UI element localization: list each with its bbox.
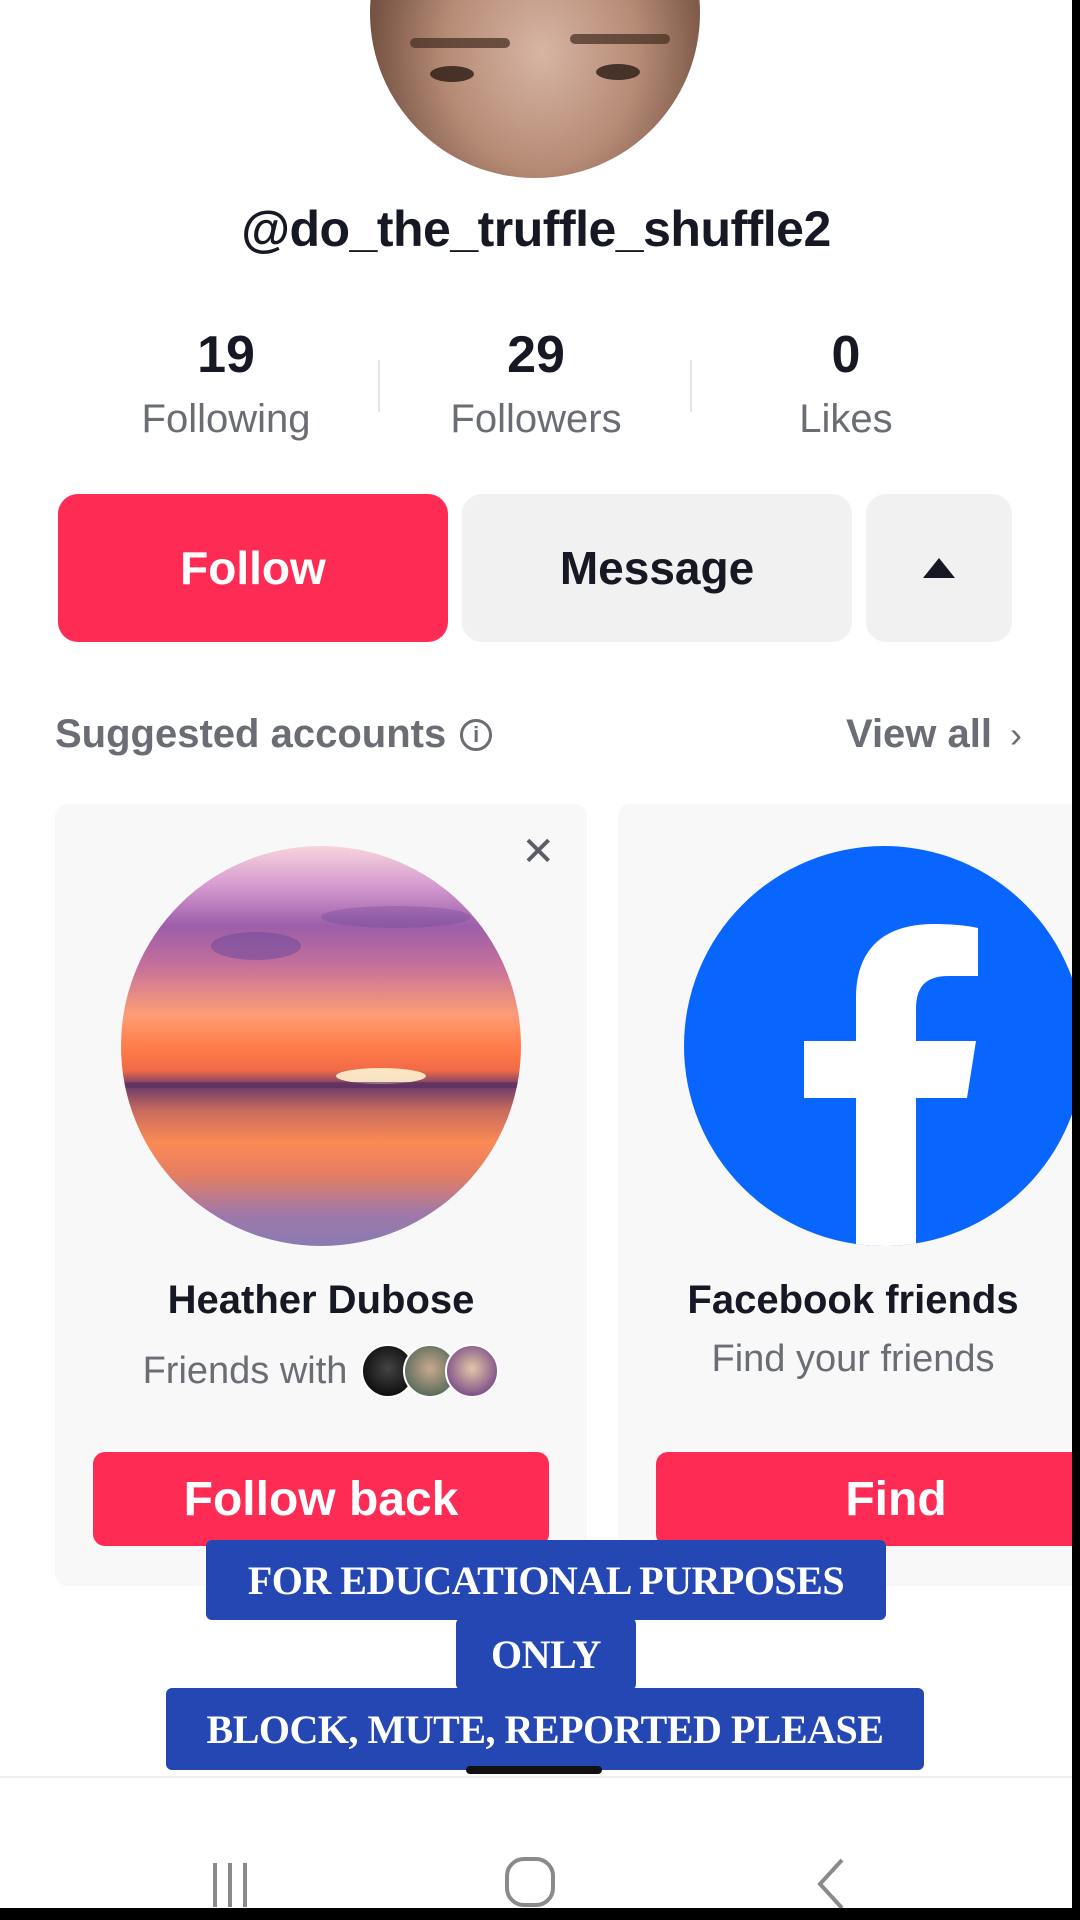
view-all-label: View all [845,712,992,756]
back-icon [817,1858,844,1908]
view-all-link[interactable]: View all › [846,712,1022,757]
friends-with-label: Friends with [142,1349,348,1392]
home-button[interactable] [500,1854,560,1908]
profile-avatar[interactable] [370,0,700,178]
avatar-detail [570,34,670,44]
suggested-name: Heather Dubose [167,1278,475,1322]
suggested-subtitle: Find your friends [711,1338,995,1380]
facebook-icon [684,846,1072,1246]
caption-line: BLOCK, MUTE, REPORTED PLEASE [166,1688,924,1770]
suggested-card[interactable]: Facebook friends Find your friends Find [618,804,1072,1586]
chevron-right-icon: › [1010,713,1022,755]
caption-line: FOR EDUCATIONAL PURPOSES [206,1540,886,1620]
message-button[interactable]: Message [462,494,852,642]
home-indicator [466,1766,602,1774]
avatar-detail [596,64,640,80]
stat-followers-label: Followers [450,397,622,441]
stat-following[interactable]: 19 Following [96,325,356,442]
home-icon [505,1857,555,1907]
stat-followers[interactable]: 29 Followers [406,325,666,442]
avatar-detail [430,66,474,82]
stat-following-label: Following [141,397,311,441]
caption-line: ONLY [456,1618,636,1690]
stat-followers-count: 29 [507,326,565,384]
suggested-avatar[interactable] [121,846,521,1246]
stat-following-count: 19 [197,326,255,384]
profile-screen: @do_the_truffle_shuffle2 19 Following 29… [0,0,1072,1908]
photo-detail [121,1082,521,1088]
avatar-detail [410,38,510,48]
suggested-name: Facebook friends [687,1278,1019,1322]
find-button[interactable]: Find [656,1452,1072,1546]
mutual-friends-avatars [361,1344,500,1398]
follow-back-button[interactable]: Follow back [93,1452,549,1546]
recent-apps-icon [213,1863,247,1907]
system-nav-bar [0,1776,1072,1908]
suggested-toggle-button[interactable] [866,494,1012,642]
profile-username: @do_the_truffle_shuffle2 [241,201,831,257]
stat-divider [378,360,380,412]
suggested-subtitle: Friends with [55,1344,587,1398]
suggested-header: Suggested accounts i [55,712,493,757]
suggested-card[interactable]: ✕ Heather Dubose Friends with Follow bac… [55,804,587,1586]
photo-detail [321,906,471,928]
suggested-title: Suggested accounts [55,712,447,756]
stat-likes-label: Likes [799,397,893,441]
close-icon[interactable]: ✕ [521,832,555,872]
caret-up-icon [923,558,955,578]
info-icon[interactable]: i [460,718,493,751]
stat-likes[interactable]: 0 Likes [716,325,976,442]
stat-likes-count: 0 [831,326,861,384]
follow-button[interactable]: Follow [58,494,448,642]
recent-apps-button[interactable] [200,1854,260,1908]
back-button[interactable] [800,1854,860,1908]
avatar [445,1344,500,1398]
stat-divider [690,360,692,412]
photo-detail [211,932,301,960]
